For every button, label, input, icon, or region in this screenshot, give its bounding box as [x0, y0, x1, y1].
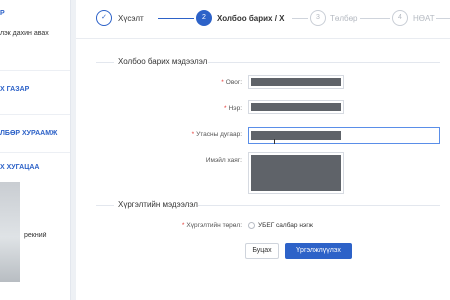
phone-label-text: Утасны дугаар: [196, 131, 242, 138]
delivery-type-radio[interactable] [248, 222, 255, 229]
sidebar-item-top[interactable]: Р [0, 10, 68, 17]
step-3-label: Төлбөр [330, 14, 358, 23]
video-thumbnail [0, 182, 20, 282]
back-button[interactable]: Буцах [245, 243, 279, 259]
step-1-label: Хүсэлт [118, 14, 144, 23]
step-4-label: НӨАТ [413, 14, 435, 23]
sidebar-divider [0, 114, 70, 115]
redacted-value [251, 78, 341, 86]
sidebar-item-reissue[interactable]: лэк дахин авах [0, 30, 68, 37]
last-name-field[interactable] [248, 75, 344, 89]
section-rule [96, 205, 114, 206]
step-1-check-icon[interactable]: ✓ [96, 10, 112, 26]
continue-button[interactable]: Үргэлжлүүлэх [285, 243, 352, 259]
sidebar: Р лэк дахин авах Х ГАЗАР ЛБӨР ХУРААМЖ Х … [0, 0, 71, 300]
step-connector [292, 18, 308, 19]
sidebar-item-fee[interactable]: ЛБӨР ХУРААМЖ [0, 130, 68, 137]
delivery-type-option-label[interactable]: УБЕГ салбар нэгж [258, 222, 313, 229]
first-name-label-text: Нэр: [228, 105, 242, 112]
last-name-label: * Овог: [150, 79, 242, 86]
email-field[interactable] [248, 152, 344, 194]
sidebar-item-location[interactable]: Х ГАЗАР [0, 86, 68, 93]
email-label: Имэйл хаяг: [205, 157, 242, 164]
delivery-type-label: * Хүргэлтийн төрөл: [150, 222, 242, 229]
sidebar-divider [0, 152, 70, 153]
section-rule [198, 205, 440, 206]
step-connector [158, 18, 194, 19]
sidebar-divider [0, 70, 70, 71]
step-2-circle[interactable]: 2 [196, 10, 212, 26]
required-marker: * [181, 222, 185, 229]
stepper: ✓ Хүсэлт 2 Холбоо барих / Х 3 Төлбөр 4 Н… [76, 0, 450, 36]
first-name-label: * Нэр: [150, 105, 242, 112]
step-4-circle[interactable]: 4 [392, 10, 408, 26]
phone-label: * Утасны дугаар: [130, 131, 242, 138]
required-marker: * [221, 79, 224, 86]
redacted-value [251, 131, 341, 140]
contact-section-title: Холбоо барих мэдээлэл [118, 57, 208, 66]
last-name-label-text: Овог: [225, 79, 242, 86]
page: Р лэк дахин авах Х ГАЗАР ЛБӨР ХУРААМЖ Х … [0, 0, 450, 300]
text-cursor [274, 139, 275, 144]
redacted-value [251, 155, 341, 191]
first-name-field[interactable] [248, 100, 344, 114]
section-rule [96, 62, 114, 63]
redacted-value [251, 103, 341, 111]
phone-field[interactable] [248, 127, 440, 144]
sidebar-item-duration[interactable]: Х ХУГАЦАА [0, 164, 68, 171]
required-marker: * [224, 105, 227, 112]
step-connector [436, 18, 450, 19]
required-marker: * [191, 131, 195, 138]
step-connector [360, 18, 390, 19]
delivery-type-label-text: Хүргэлтийн төрөл: [186, 222, 242, 229]
section-rule [208, 62, 440, 63]
delivery-section-title: Хүргэлтийн мэдээлэл [118, 200, 198, 209]
stepper-divider [76, 38, 450, 39]
step-3-circle[interactable]: 3 [310, 10, 326, 26]
step-2-label: Холбоо барих / Х [217, 14, 285, 23]
